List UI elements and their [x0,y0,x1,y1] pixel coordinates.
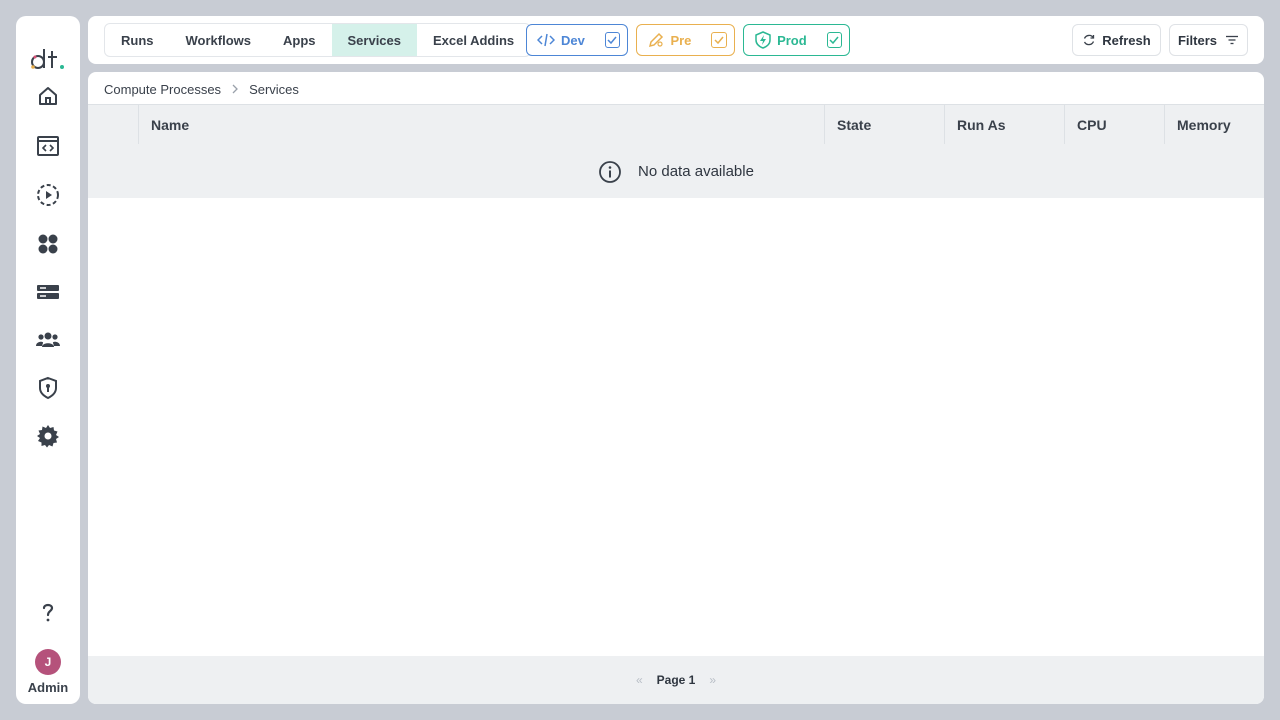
check-icon [714,36,724,44]
top-bar: Runs Workflows Apps Services Excel Addin… [88,16,1264,64]
breadcrumb-services: Services [249,81,299,97]
services-table: Name State Run As CPU Memory No data ava… [88,104,1264,198]
apps-grid-icon [38,234,58,254]
sidebar-item-settings[interactable] [32,420,64,452]
users-icon [36,332,60,347]
logo[interactable] [30,46,70,72]
column-header-run-as[interactable]: Run As [944,105,1064,144]
sidebar-item-code-editor[interactable] [32,130,64,162]
tab-workflows[interactable]: Workflows [170,24,268,56]
shield-bolt-icon [754,31,771,49]
filter-lines-icon [1226,35,1238,45]
env-toggle-dev[interactable]: Dev [526,24,628,56]
env-label-dev: Dev [561,32,585,48]
row-select-column [88,105,138,144]
env-toggle-prod[interactable]: Prod [743,24,850,56]
user-role-label: Admin [27,680,69,695]
question-icon [42,603,54,622]
main-panel: Compute Processes Services Name State Ru… [88,72,1264,704]
sidebar-item-users[interactable] [32,324,64,356]
check-icon [607,36,617,44]
avatar[interactable]: J [35,649,61,675]
sidebar-item-security[interactable] [32,372,64,404]
table-header: Name State Run As CPU Memory [88,104,1264,145]
sidebar-item-servers[interactable] [32,276,64,308]
shield-lock-icon [39,376,57,400]
next-page-button[interactable]: » [709,673,716,687]
column-header-state[interactable]: State [824,105,944,144]
gear-icon [37,425,59,448]
empty-message: No data available [638,163,754,180]
chevron-right-icon [231,84,239,94]
refresh-icon [1084,34,1095,46]
breadcrumb-compute-processes[interactable]: Compute Processes [104,82,221,97]
code-window-icon [37,136,59,156]
server-icon [37,285,59,299]
filters-button[interactable]: Filters [1169,24,1248,56]
tab-services[interactable]: Services [331,24,417,56]
refresh-button[interactable]: Refresh [1072,24,1161,56]
checkbox-dev[interactable] [604,32,620,48]
env-toggle-pre[interactable]: Pre [636,24,735,56]
pencil-icon [647,31,664,49]
tab-runs[interactable]: Runs [105,24,169,56]
column-header-name[interactable]: Name [138,105,824,144]
empty-state: No data available [88,145,1264,198]
page-indicator: Page 1 [656,673,696,687]
env-label-pre: Pre [670,32,692,48]
filters-label: Filters [1177,32,1217,48]
column-header-cpu[interactable]: CPU [1064,105,1164,144]
breadcrumb: Compute Processes Services [104,80,299,98]
help-button[interactable] [32,596,64,628]
prev-page-button[interactable]: « [636,673,643,687]
sidebar-item-runs[interactable] [32,179,64,211]
tab-excel-addins[interactable]: Excel Addins [417,24,530,56]
checkbox-prod[interactable] [826,32,842,48]
sidebar-item-home[interactable] [32,80,64,112]
env-label-prod: Prod [777,32,807,48]
play-circle-icon [37,184,59,206]
checkbox-pre[interactable] [711,32,727,48]
sidebar-item-apps[interactable] [32,228,64,260]
home-icon [39,87,57,105]
sidebar: J Admin [16,16,80,704]
check-icon [829,36,839,44]
code-icon [537,31,555,49]
refresh-label: Refresh [1102,32,1151,48]
tab-bar: Runs Workflows Apps Services Excel Addin… [104,23,532,57]
pagination: « Page 1 » [88,656,1264,704]
tab-apps[interactable]: Apps [267,24,332,56]
info-icon [599,160,621,183]
column-header-memory[interactable]: Memory [1164,105,1264,144]
